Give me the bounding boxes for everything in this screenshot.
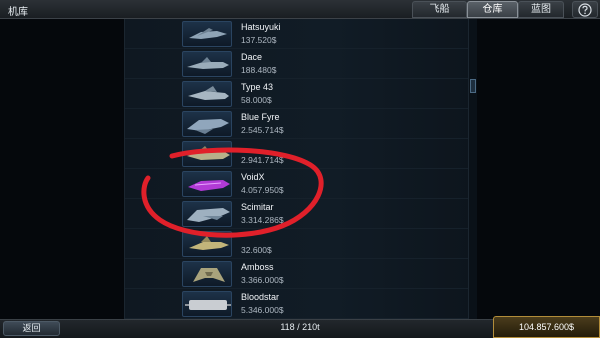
ship-row[interactable]: 2.941.714$ — [125, 139, 468, 169]
ship-thumbnail — [182, 111, 232, 137]
ship-name: Type 43 — [241, 82, 274, 92]
ship-name: VoidX — [241, 172, 265, 182]
ship-thumbnail — [182, 231, 232, 257]
top-bar: 机库 飞船 仓库 蓝图 — [0, 0, 600, 19]
help-icon — [578, 2, 592, 17]
ship-row[interactable]: Dace 188.480$ — [125, 49, 468, 79]
ship-name: Hatsuyuki — [241, 22, 281, 32]
ship-price: 58.000$ — [241, 95, 272, 105]
help-button[interactable] — [572, 1, 598, 18]
ship-name: Blue Fyre — [241, 112, 280, 122]
ship-price: 137.520$ — [241, 35, 277, 45]
ship-row[interactable]: Type 43 58.000$ — [125, 79, 468, 109]
tab-storage[interactable]: 仓库 — [467, 1, 518, 18]
ship-price: 3.366.000$ — [241, 275, 284, 285]
ship-thumbnail — [182, 261, 232, 287]
ship-price: 5.346.000$ — [241, 305, 284, 315]
ship-price: 4.057.950$ — [241, 185, 284, 195]
tab-blueprints[interactable]: 蓝图 — [518, 1, 564, 18]
ship-list[interactable]: Hatsuyuki 137.520$ Dace 188.480$ Type 43… — [124, 19, 469, 319]
ship-thumbnail — [182, 141, 232, 167]
ship-thumbnail — [182, 201, 232, 227]
ship-price: 2.545.714$ — [241, 125, 284, 135]
credits-balance: 104.857.600$ — [493, 316, 600, 338]
ship-row[interactable]: Bloodstar 5.346.000$ — [125, 289, 468, 319]
ship-price: 3.314.286$ — [241, 215, 284, 225]
ship-name: Scimitar — [241, 202, 274, 212]
scrollbar-thumb[interactable] — [470, 79, 476, 93]
ship-thumbnail — [182, 171, 232, 197]
ship-row[interactable]: Amboss 3.366.000$ — [125, 259, 468, 289]
ship-thumbnail — [182, 21, 232, 47]
ship-thumbnail — [182, 291, 232, 317]
ship-name: Amboss — [241, 262, 274, 272]
ship-thumbnail — [182, 51, 232, 77]
ship-thumbnail — [182, 81, 232, 107]
ship-price: 2.941.714$ — [241, 155, 284, 165]
tab-ships[interactable]: 飞船 — [412, 1, 467, 18]
ship-name: Dace — [241, 52, 263, 62]
ship-row[interactable]: Blue Fyre 2.545.714$ — [125, 109, 468, 139]
ship-row-voidx[interactable]: VoidX 4.057.950$ — [125, 169, 468, 199]
ship-row[interactable]: 32.600$ — [125, 229, 468, 259]
ship-name: Bloodstar — [241, 292, 280, 302]
ship-price: 188.480$ — [241, 65, 277, 75]
ship-row[interactable]: Scimitar 3.314.286$ — [125, 199, 468, 229]
scrollbar[interactable] — [469, 19, 477, 319]
ship-price: 32.600$ — [241, 245, 272, 255]
ship-row[interactable]: Hatsuyuki 137.520$ — [125, 19, 468, 49]
page-title: 机库 — [8, 7, 28, 18]
